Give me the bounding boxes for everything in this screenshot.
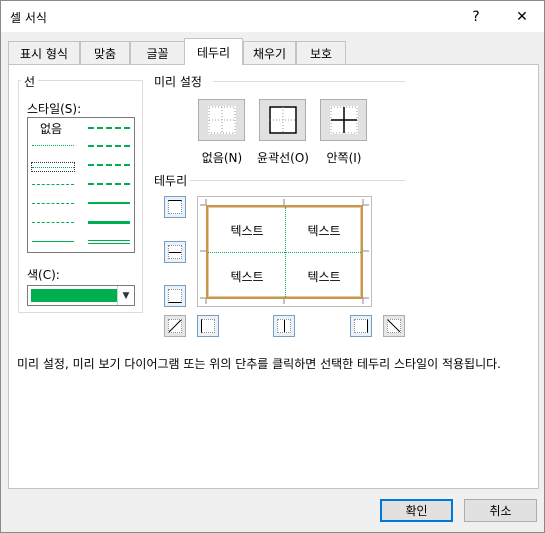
line-color-dropdown[interactable]: ▼ xyxy=(27,285,135,306)
help-button[interactable]: ? xyxy=(453,1,499,32)
line-style-medium-dashed[interactable] xyxy=(88,183,130,185)
line-style-medium-dash-dot[interactable] xyxy=(88,164,130,166)
preset-inside-button[interactable] xyxy=(320,99,367,141)
cancel-button[interactable]: 취소 xyxy=(464,499,537,522)
line-group-label: 선 xyxy=(21,73,39,90)
line-color-label: 색(C): xyxy=(27,268,60,282)
tab-protection[interactable]: 보호 xyxy=(296,41,346,64)
format-cells-dialog: 셀 서식 ? ✕ 표시 형식 맞춤 글꼴 테두리 채우기 보호 선 스타일(S)… xyxy=(0,0,545,533)
tab-fill[interactable]: 채우기 xyxy=(243,41,296,64)
preset-inside-icon xyxy=(329,106,358,134)
border-bottom-icon xyxy=(168,289,182,303)
border-group-label: 테두리 xyxy=(151,172,191,189)
line-style-double[interactable] xyxy=(88,240,130,244)
diagonal-up-icon xyxy=(168,319,182,333)
border-top-button[interactable] xyxy=(164,196,186,218)
border-left-icon xyxy=(201,319,215,333)
line-style-medium-dash-dot-dot[interactable] xyxy=(88,127,130,129)
border-inside-vertical-button[interactable] xyxy=(273,315,295,337)
preset-outline-icon xyxy=(268,106,297,134)
line-style-hairline[interactable] xyxy=(32,145,74,146)
border-preview[interactable]: 텍스트 텍스트 텍스트 텍스트 xyxy=(197,196,372,307)
line-style-label: 스타일(S): xyxy=(27,102,82,116)
preset-none-button[interactable] xyxy=(198,99,245,141)
window-title: 셀 서식 xyxy=(10,11,47,25)
preview-inside-horizontal xyxy=(208,252,361,253)
tab-alignment[interactable]: 맞춤 xyxy=(80,41,130,64)
preset-none-label: 없음(N) xyxy=(201,151,243,165)
line-style-dotted[interactable] xyxy=(32,167,74,168)
preview-text-bottom-right: 텍스트 xyxy=(307,270,341,284)
line-style-list[interactable]: 없음 xyxy=(27,117,135,253)
preview-text-top-left: 텍스트 xyxy=(230,224,264,238)
line-style-slant-dash-dot[interactable] xyxy=(88,145,130,147)
title-bar: 셀 서식 ? ✕ xyxy=(1,1,544,32)
line-color-swatch xyxy=(31,289,117,302)
presets-group-label: 미리 설정 xyxy=(151,73,205,90)
line-style-medium[interactable] xyxy=(88,202,130,204)
border-description: 미리 설정, 미리 보기 다이어그램 또는 위의 단추를 클릭하면 선택한 테두… xyxy=(17,357,501,371)
border-tab-panel: 선 스타일(S): 없음 색(C): ▼ 미리 설정 없음(N) 윤곽선(O) … xyxy=(8,64,539,489)
tab-font[interactable]: 글꼴 xyxy=(130,41,185,64)
close-button[interactable]: ✕ xyxy=(499,1,545,32)
line-style-dashed[interactable] xyxy=(32,222,74,223)
border-inside-horizontal-icon xyxy=(168,245,182,259)
line-style-thick[interactable] xyxy=(88,221,130,224)
line-style-thin[interactable] xyxy=(32,241,74,242)
border-separator xyxy=(190,180,405,181)
chevron-down-icon[interactable]: ▼ xyxy=(117,286,134,305)
preset-outline-label: 윤곽선(O) xyxy=(257,151,309,165)
border-inside-vertical-icon xyxy=(277,319,291,333)
preset-outline-button[interactable] xyxy=(259,99,306,141)
border-inside-horizontal-button[interactable] xyxy=(164,241,186,263)
border-bottom-button[interactable] xyxy=(164,285,186,307)
tab-number[interactable]: 표시 형식 xyxy=(8,41,80,64)
preset-none-icon xyxy=(207,106,236,134)
line-style-none[interactable]: 없음 xyxy=(40,120,62,137)
preview-outline-border: 텍스트 텍스트 텍스트 텍스트 xyxy=(206,205,363,299)
ok-button[interactable]: 확인 xyxy=(380,499,453,522)
tab-border[interactable]: 테두리 xyxy=(184,38,243,65)
border-right-button[interactable] xyxy=(350,315,372,337)
diagonal-down-icon xyxy=(387,319,401,333)
border-right-icon xyxy=(354,319,368,333)
line-style-dash-dot-dot[interactable] xyxy=(32,184,74,185)
preview-text-bottom-left: 텍스트 xyxy=(230,270,264,284)
line-style-dash-dot[interactable] xyxy=(32,203,74,204)
border-top-icon xyxy=(168,200,182,214)
border-diagonal-up-button[interactable] xyxy=(164,315,186,337)
presets-separator xyxy=(213,81,405,82)
border-diagonal-down-button[interactable] xyxy=(383,315,405,337)
preset-inside-label: 안쪽(I) xyxy=(326,151,362,165)
preview-text-top-right: 텍스트 xyxy=(307,224,341,238)
border-left-button[interactable] xyxy=(197,315,219,337)
